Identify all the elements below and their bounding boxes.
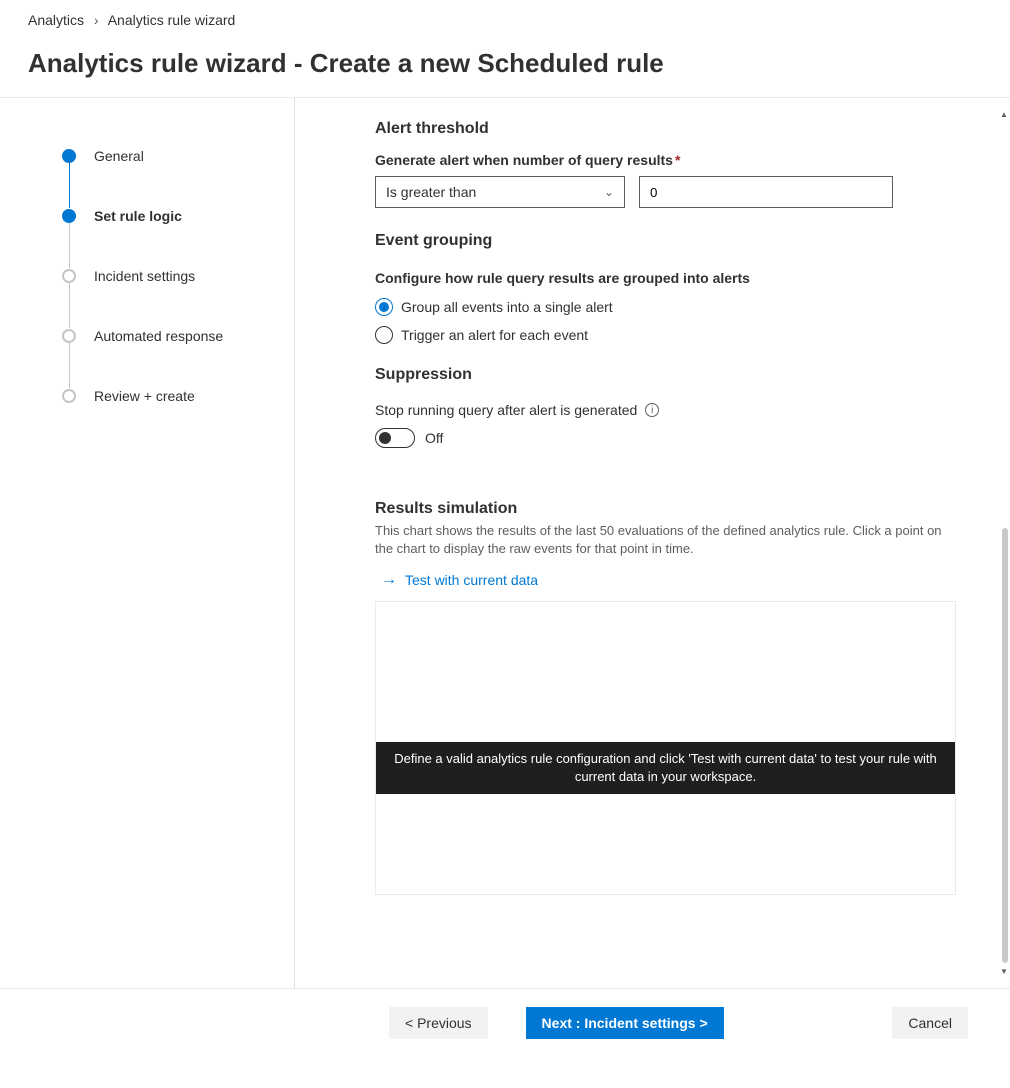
scrollbar[interactable]: ▲ ▼: [1000, 110, 1008, 976]
previous-button[interactable]: < Previous: [389, 1007, 488, 1039]
form-panel: Alert threshold Generate alert when numb…: [295, 98, 1010, 988]
threshold-operator-select[interactable]: Is greater than ⌄: [375, 176, 625, 208]
step-set-rule-logic[interactable]: Set rule logic: [62, 208, 284, 224]
wizard-footer: < Previous Next : Incident settings > Ca…: [0, 988, 1010, 1057]
chevron-right-icon: ›: [94, 12, 99, 28]
step-review-create[interactable]: Review + create: [62, 388, 284, 404]
results-simulation-heading: Results simulation: [375, 500, 956, 518]
chevron-down-icon: ⌄: [604, 185, 614, 199]
toggle-knob-icon: [379, 432, 391, 444]
event-grouping-heading: Event grouping: [375, 232, 956, 250]
radio-trigger-each[interactable]: Trigger an alert for each event: [375, 326, 956, 344]
info-icon[interactable]: i: [645, 403, 659, 417]
step-dot-icon: [62, 389, 76, 403]
step-general[interactable]: General: [62, 148, 284, 164]
step-dot-icon: [62, 269, 76, 283]
scroll-thumb[interactable]: [1002, 528, 1008, 963]
simulation-banner: Define a valid analytics rule configurat…: [376, 742, 955, 794]
alert-threshold-heading: Alert threshold: [375, 120, 956, 138]
simulation-chart-placeholder: Define a valid analytics rule configurat…: [375, 601, 956, 895]
breadcrumb: Analytics › Analytics rule wizard: [28, 12, 982, 28]
suppression-label: Stop running query after alert is genera…: [375, 402, 637, 418]
arrow-right-icon: →: [381, 571, 397, 589]
test-with-current-data-link[interactable]: → Test with current data: [375, 571, 956, 589]
page-title: Analytics rule wizard - Create a new Sch…: [28, 48, 982, 79]
results-simulation-desc: This chart shows the results of the last…: [375, 522, 956, 557]
step-automated-response[interactable]: Automated response: [62, 328, 284, 344]
radio-unchecked-icon: [375, 326, 393, 344]
scroll-up-icon[interactable]: ▲: [1000, 110, 1008, 119]
scroll-down-icon[interactable]: ▼: [1000, 967, 1008, 976]
step-incident-settings[interactable]: Incident settings: [62, 268, 284, 284]
threshold-value-input[interactable]: [639, 176, 893, 208]
radio-group-single[interactable]: Group all events into a single alert: [375, 298, 956, 316]
step-dot-icon: [62, 329, 76, 343]
suppression-heading: Suppression: [375, 366, 956, 384]
wizard-steps: General Set rule logic Incident settings…: [0, 98, 295, 988]
radio-checked-icon: [375, 298, 393, 316]
suppression-toggle[interactable]: [375, 428, 415, 448]
cancel-button[interactable]: Cancel: [892, 1007, 968, 1039]
next-button[interactable]: Next : Incident settings >: [526, 1007, 724, 1039]
step-dot-icon: [62, 209, 76, 223]
breadcrumb-current: Analytics rule wizard: [108, 12, 236, 28]
suppression-state: Off: [425, 430, 443, 446]
event-grouping-hint: Configure how rule query results are gro…: [375, 270, 956, 286]
step-dot-icon: [62, 149, 76, 163]
threshold-label: Generate alert when number of query resu…: [375, 152, 956, 168]
breadcrumb-root[interactable]: Analytics: [28, 12, 84, 28]
